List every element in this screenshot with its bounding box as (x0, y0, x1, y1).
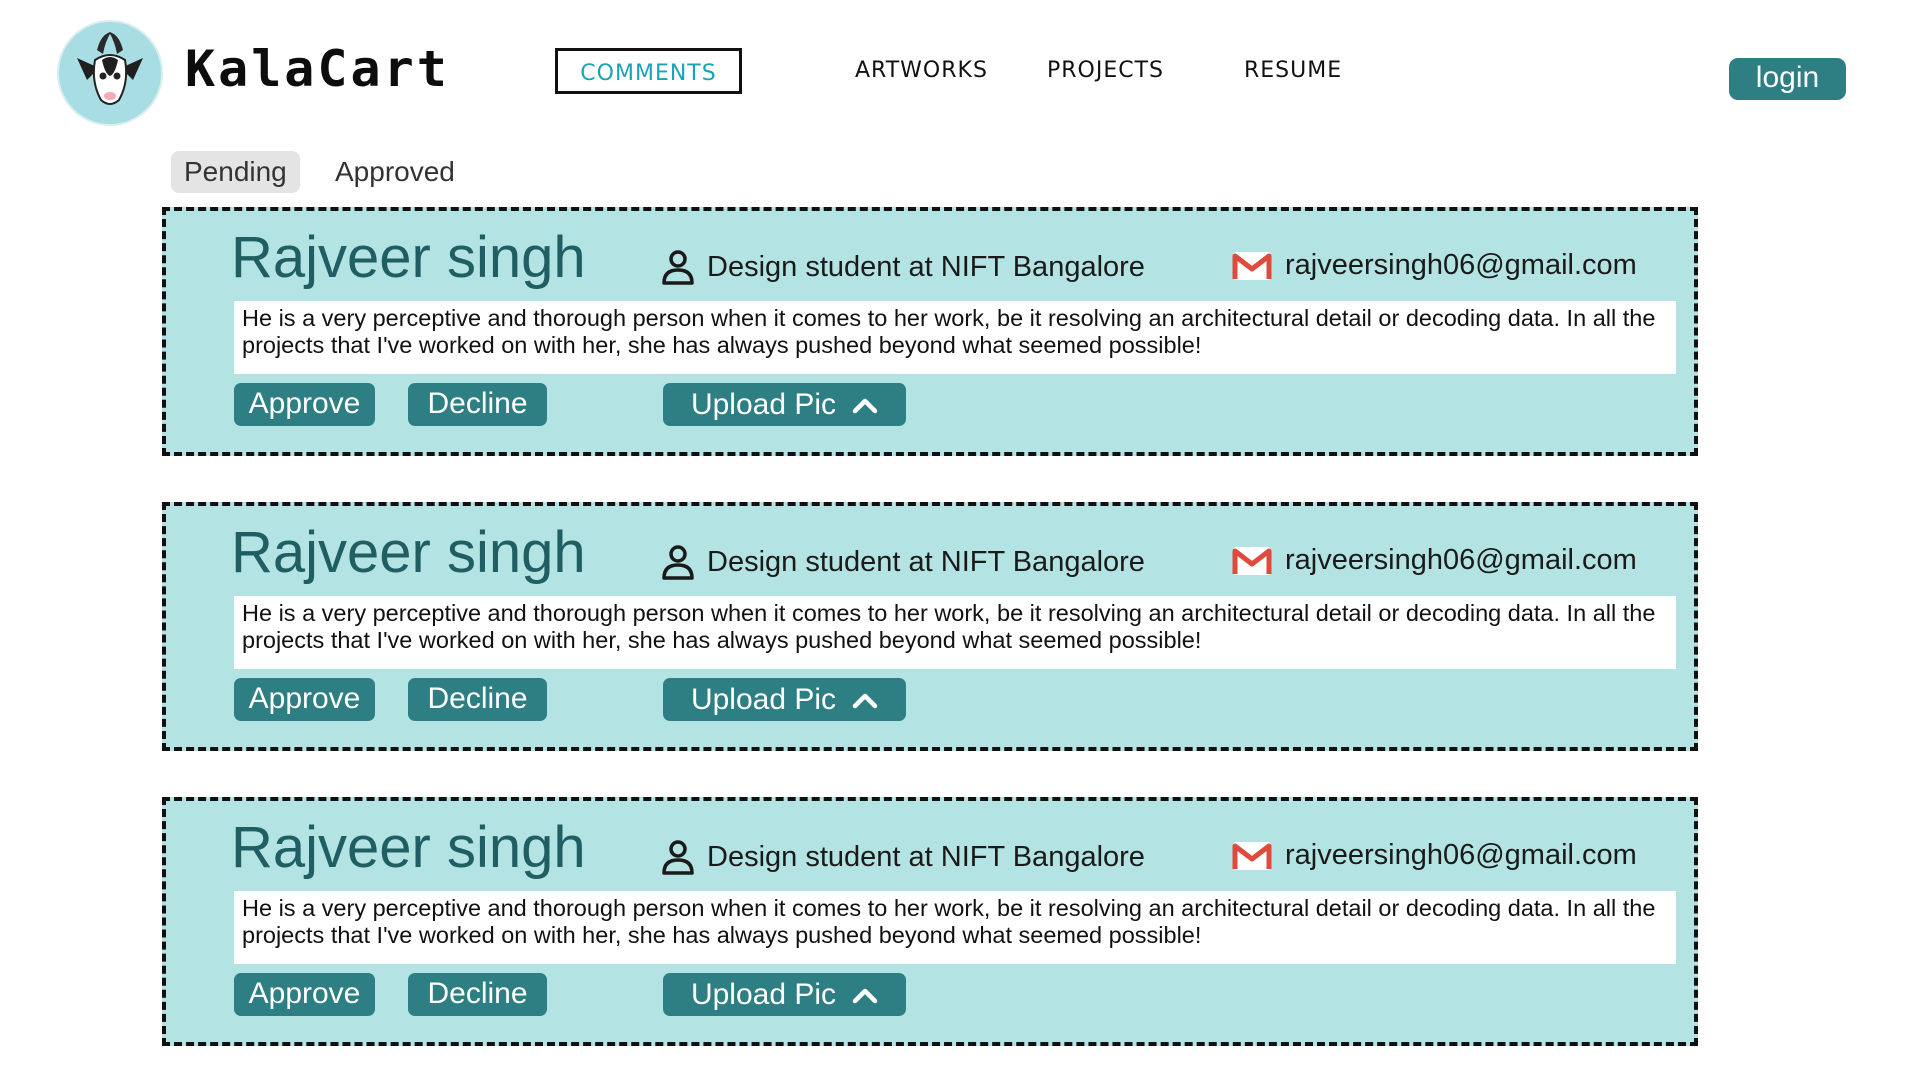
commenter-role: Design student at NIFT Bangalore (661, 544, 1145, 580)
comment-card: Rajveer singh Design student at NIFT Ban… (162, 207, 1698, 456)
commenter-name: Rajveer singh (231, 520, 586, 585)
chevron-up-icon (852, 693, 878, 708)
nav-projects[interactable]: PROJECTS (1047, 48, 1164, 94)
role-text: Design student at NIFT Bangalore (707, 545, 1145, 578)
upload-pic-button[interactable]: Upload Pic (663, 383, 906, 426)
upload-pic-label: Upload Pic (690, 683, 837, 716)
commenter-email: rajveersingh06@gmail.com (1232, 249, 1637, 282)
commenter-email: rajveersingh06@gmail.com (1232, 839, 1637, 872)
comment-card: Rajveer singh Design student at NIFT Ban… (162, 502, 1698, 751)
commenter-email: rajveersingh06@gmail.com (1232, 544, 1637, 577)
approve-button[interactable]: Approve (234, 383, 375, 426)
email-text[interactable]: rajveersingh06@gmail.com (1285, 249, 1637, 282)
chevron-up-icon (852, 988, 878, 1003)
tab-pending[interactable]: Pending (171, 151, 300, 193)
approve-button[interactable]: Approve (234, 973, 375, 1016)
goat-logo-icon[interactable] (57, 20, 163, 126)
nav-comments[interactable]: COMMENTS (555, 48, 742, 94)
comment-text: He is a very perceptive and thorough per… (234, 596, 1676, 669)
commenter-role: Design student at NIFT Bangalore (661, 839, 1145, 875)
login-button[interactable]: login (1729, 58, 1846, 100)
commenter-name: Rajveer singh (231, 815, 586, 880)
decline-button[interactable]: Decline (408, 383, 547, 426)
role-text: Design student at NIFT Bangalore (707, 840, 1145, 873)
upload-pic-button[interactable]: Upload Pic (663, 973, 906, 1016)
approve-button[interactable]: Approve (234, 678, 375, 721)
gmail-icon (1232, 546, 1272, 575)
nav-artworks[interactable]: ARTWORKS (855, 48, 988, 94)
person-icon (662, 250, 694, 285)
email-text[interactable]: rajveersingh06@gmail.com (1285, 544, 1637, 577)
gmail-icon (1232, 841, 1272, 870)
brand-name[interactable]: KalaCart (185, 40, 450, 98)
comment-text: He is a very perceptive and thorough per… (234, 301, 1676, 374)
chevron-up-icon (852, 398, 878, 413)
decline-button[interactable]: Decline (408, 973, 547, 1016)
tab-approved[interactable]: Approved (322, 151, 468, 193)
role-text: Design student at NIFT Bangalore (707, 250, 1145, 283)
person-icon (662, 545, 694, 580)
upload-pic-label: Upload Pic (690, 978, 837, 1011)
comment-card: Rajveer singh Design student at NIFT Ban… (162, 797, 1698, 1046)
email-text[interactable]: rajveersingh06@gmail.com (1285, 839, 1637, 872)
comment-text: He is a very perceptive and thorough per… (234, 891, 1676, 964)
upload-pic-button[interactable]: Upload Pic (663, 678, 906, 721)
nav-resume[interactable]: RESUME (1244, 48, 1342, 94)
upload-pic-label: Upload Pic (690, 388, 837, 421)
person-icon (662, 840, 694, 875)
commenter-name: Rajveer singh (231, 225, 586, 290)
decline-button[interactable]: Decline (408, 678, 547, 721)
gmail-icon (1232, 251, 1272, 280)
commenter-role: Design student at NIFT Bangalore (661, 249, 1145, 285)
